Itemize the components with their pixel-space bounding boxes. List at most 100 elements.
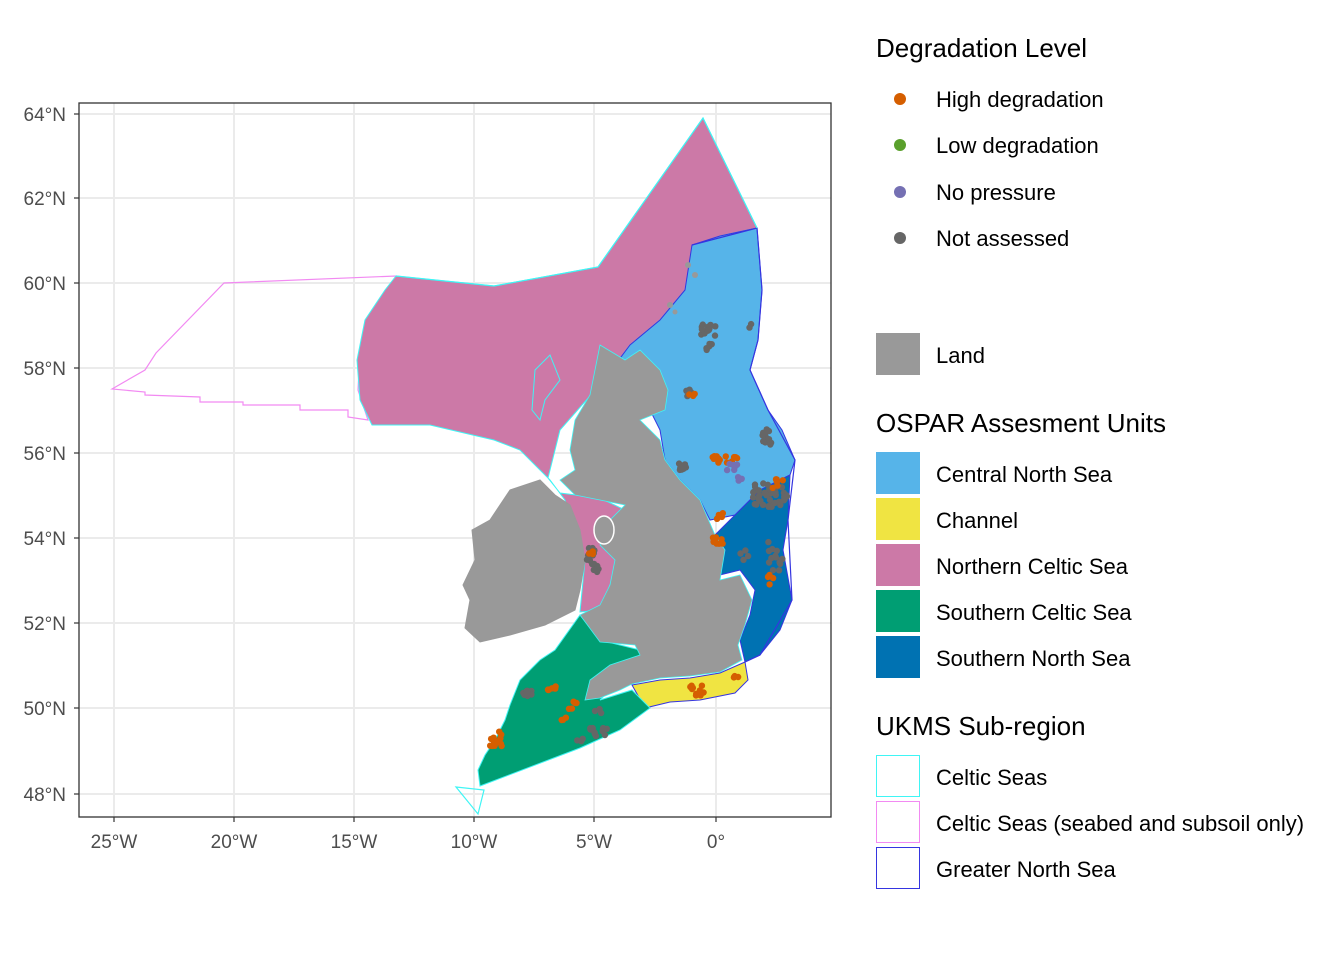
lon-tick-label: 15°W	[331, 832, 378, 853]
legend-item-southern-celtic-sea: Southern Celtic Sea	[876, 590, 1336, 634]
assessment-point	[744, 552, 752, 560]
assessment-point	[731, 466, 738, 474]
channel-swatch-icon	[876, 498, 920, 540]
lon-tick-label: 0°	[707, 832, 725, 853]
legend-item-greater-north-sea: Greater North Sea	[876, 847, 1336, 891]
assessment-point	[601, 731, 609, 739]
lat-tick-label: 54°N	[24, 529, 66, 550]
legend-item-label: Southern North Sea	[936, 646, 1131, 671]
assessment-point	[722, 453, 729, 460]
assessment-point	[781, 493, 788, 500]
assessment-point	[573, 699, 580, 707]
ospar-legend-title: OSPAR Assesment Units	[876, 408, 1166, 438]
assessment-point	[766, 581, 773, 588]
assessment-point	[763, 492, 770, 499]
legend-item-southern-north-sea: Southern North Sea	[876, 636, 1336, 680]
legend-item-central-north-sea: Central North Sea	[876, 452, 1336, 496]
assessment-point	[591, 707, 599, 715]
lat-tick-label: 60°N	[24, 274, 66, 295]
assessment-point	[693, 690, 700, 697]
assessment-point	[759, 501, 767, 508]
low-degradation-dot-icon	[894, 139, 906, 151]
lat-tick-label: 62°N	[24, 189, 66, 210]
legend-item-celtic-seas-seabed: Celtic Seas (seabed and subsoil only)	[876, 801, 1336, 845]
assessment-point	[711, 332, 719, 339]
assessment-point	[765, 503, 772, 510]
assessment-point	[705, 326, 713, 333]
assessment-point	[779, 477, 786, 484]
legend-item-channel: Channel	[876, 498, 1336, 542]
celtic-seas-seabed-outline-swatch-icon	[876, 801, 920, 843]
assessment-point	[712, 534, 720, 541]
lat-tick-labels: 64°N 62°N 60°N 58°N 56°N 54°N 52°N 50°N …	[24, 105, 66, 806]
legend-item-not-assessed: Not assessed	[876, 216, 1336, 260]
lat-tick-label: 56°N	[24, 444, 66, 465]
legend-item-label: No pressure	[936, 180, 1056, 205]
lon-tick-label: 25°W	[91, 832, 138, 853]
legend-item-land: Land	[876, 333, 1336, 377]
not-assessed-dot-icon	[894, 232, 906, 244]
legend-item-no-pressure: No pressure	[876, 170, 1336, 214]
assessment-point	[714, 514, 721, 522]
isle-of-man-land	[593, 515, 615, 545]
legend-item-label: Northern Celtic Sea	[936, 554, 1128, 579]
assessment-point	[589, 550, 596, 558]
assessment-point	[759, 432, 766, 439]
assessment-point	[760, 480, 767, 487]
assessment-point	[688, 685, 696, 693]
ukms-legend: UKMS Sub-region Celtic Seas Celtic Seas …	[876, 711, 1336, 896]
greater-north-sea-outline-swatch-icon	[876, 847, 920, 889]
legend-item-label: Channel	[936, 508, 1018, 533]
legend-item-label: Celtic Seas (seabed and subsoil only)	[936, 811, 1305, 836]
assessment-point	[599, 724, 607, 732]
legend-item-label: High degradation	[936, 87, 1104, 112]
assessment-point	[579, 735, 586, 742]
no-pressure-dot-icon	[894, 186, 906, 198]
assessment-point	[723, 466, 731, 474]
assessment-point	[765, 559, 773, 566]
lon-tick-labels: 25°W 20°W 15°W 10°W 5°W 0°	[91, 832, 725, 853]
legend-item-label: Central North Sea	[936, 462, 1113, 487]
degradation-legend: Degradation Level High degradation Low d…	[876, 33, 1336, 263]
legend-item-label: Greater North Sea	[936, 857, 1116, 882]
lon-tick-label: 20°W	[211, 832, 258, 853]
assessment-point	[751, 483, 759, 491]
map-panel: 64°N 62°N 60°N 58°N 56°N 54°N 52°N 50°N …	[24, 102, 832, 853]
southern-north-sea-swatch-icon	[876, 636, 920, 678]
land-swatch-icon	[876, 333, 920, 375]
legend-item-label: Land	[936, 343, 985, 368]
lon-tick-label: 5°W	[576, 832, 612, 853]
ukms-legend-title: UKMS Sub-region	[876, 711, 1086, 741]
lat-tick-label: 50°N	[24, 699, 66, 720]
assessment-point	[521, 691, 528, 698]
lat-tick-label: 64°N	[24, 105, 66, 126]
assessment-point	[730, 674, 738, 681]
lon-tick-label: 10°W	[451, 832, 498, 853]
legend-item-label: Low degradation	[936, 133, 1099, 158]
assessment-point	[691, 390, 698, 398]
assessment-point	[712, 323, 719, 330]
assessment-point	[677, 464, 684, 472]
assessment-point	[734, 474, 742, 481]
legend-item-label: Celtic Seas	[936, 765, 1048, 790]
assessment-point	[715, 455, 722, 462]
assessment-point	[746, 324, 753, 331]
assessment-point	[591, 729, 598, 736]
assessment-point	[590, 566, 597, 574]
assessment-point	[703, 345, 710, 352]
land-legend: Land	[876, 333, 1336, 377]
assessment-point	[487, 735, 495, 743]
assessment-point	[545, 686, 552, 694]
legend-item-label: Southern Celtic Sea	[936, 600, 1132, 625]
assessment-point	[558, 716, 565, 724]
northern-celtic-sea-swatch-icon	[876, 544, 920, 586]
assessment-point	[765, 538, 772, 546]
assessment-point	[730, 453, 738, 461]
ospar-legend: OSPAR Assesment Units Central North Sea …	[876, 408, 1336, 683]
high-degradation-dot-icon	[894, 93, 906, 105]
lat-tick-label: 58°N	[24, 359, 66, 380]
celtic-seas-outline-swatch-icon	[876, 755, 920, 797]
southern-celtic-sea-swatch-icon	[876, 590, 920, 632]
legend-item-celtic-seas: Celtic Seas	[876, 755, 1336, 799]
lat-tick-label: 52°N	[24, 614, 66, 635]
